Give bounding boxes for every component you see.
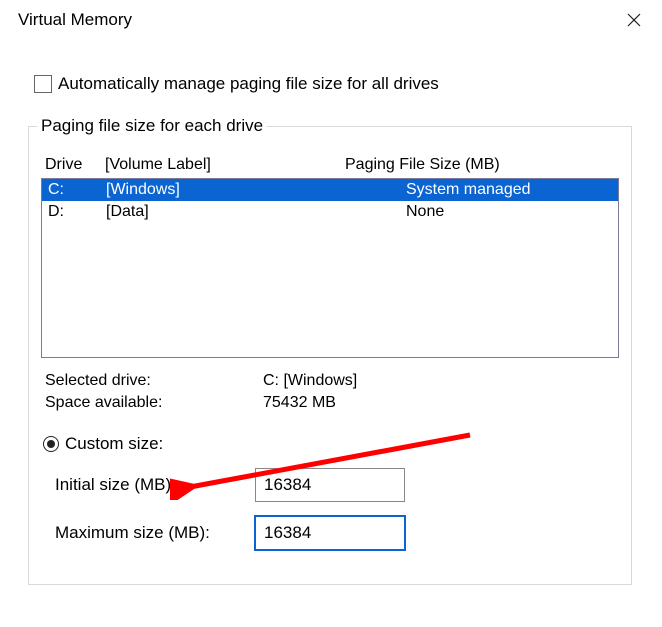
row-drive: C: bbox=[48, 181, 106, 199]
drive-list-header: Drive [Volume Label] Paging File Size (M… bbox=[45, 156, 619, 174]
drive-row[interactable]: C: [Windows] System managed bbox=[42, 179, 618, 201]
auto-manage-label: Automatically manage paging file size fo… bbox=[58, 74, 439, 94]
custom-size-radio[interactable] bbox=[43, 436, 59, 452]
auto-manage-checkbox[interactable] bbox=[34, 75, 52, 93]
close-icon bbox=[626, 12, 642, 28]
row-volume-label: [Data] bbox=[106, 203, 406, 221]
paging-groupbox: Paging file size for each drive Drive [V… bbox=[28, 116, 632, 585]
drive-list[interactable]: C: [Windows] System managed D: [Data] No… bbox=[41, 178, 619, 358]
window-title: Virtual Memory bbox=[18, 10, 132, 30]
header-drive: Drive bbox=[45, 156, 105, 174]
groupbox-legend: Paging file size for each drive bbox=[37, 116, 267, 136]
row-paging-size: System managed bbox=[406, 181, 612, 199]
row-drive: D: bbox=[48, 203, 106, 221]
row-volume-label: [Windows] bbox=[106, 181, 406, 199]
close-button[interactable] bbox=[620, 6, 648, 34]
space-available-value: 75432 MB bbox=[263, 394, 336, 412]
maximum-size-input[interactable] bbox=[255, 516, 405, 550]
space-available-label: Space available: bbox=[45, 394, 263, 412]
row-paging-size: None bbox=[406, 203, 612, 221]
initial-size-label: Initial size (MB): bbox=[55, 475, 255, 495]
maximum-size-label: Maximum size (MB): bbox=[55, 523, 255, 543]
custom-size-label: Custom size: bbox=[65, 434, 163, 454]
selected-drive-value: C: [Windows] bbox=[263, 372, 357, 390]
header-volume-label: [Volume Label] bbox=[105, 156, 345, 174]
header-paging-size: Paging File Size (MB) bbox=[345, 156, 619, 174]
drive-row[interactable]: D: [Data] None bbox=[42, 201, 618, 223]
initial-size-input[interactable] bbox=[255, 468, 405, 502]
selected-drive-label: Selected drive: bbox=[45, 372, 263, 390]
